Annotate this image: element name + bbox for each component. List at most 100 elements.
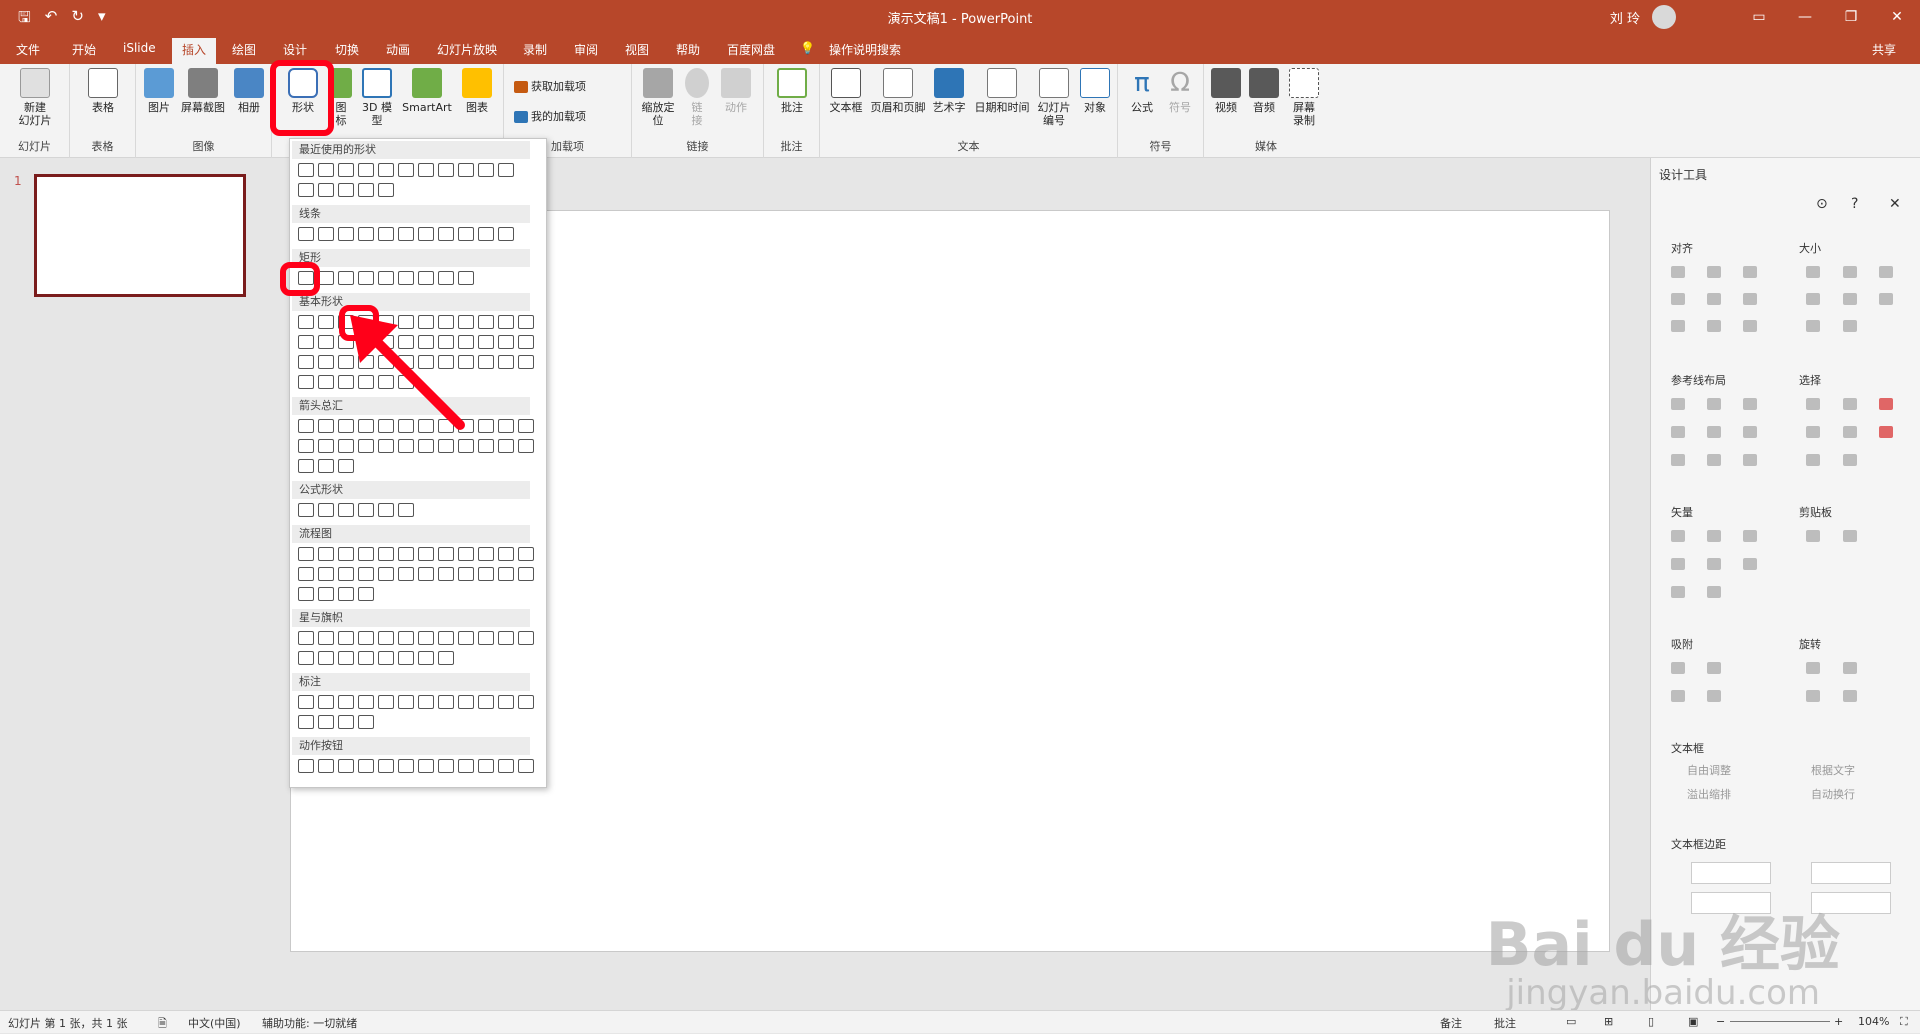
flowchart-item[interactable]	[458, 567, 474, 581]
action-button-item[interactable]	[518, 759, 534, 773]
slide-thumbnail[interactable]	[34, 174, 246, 297]
comments-button[interactable]: 批注	[1494, 1015, 1516, 1031]
callout-item[interactable]	[418, 695, 434, 709]
margin-right-input[interactable]	[1811, 862, 1891, 884]
tab-transitions[interactable]: 切换	[335, 41, 359, 58]
basic-shape-item[interactable]	[518, 355, 534, 369]
new-slide-button[interactable]: 新建 幻灯片	[8, 68, 62, 127]
equation-shape-item[interactable]	[398, 503, 414, 517]
3d-models-button[interactable]: 3D 模 型	[358, 68, 396, 127]
textbox-button[interactable]: 文本框	[824, 68, 868, 114]
rectangle-item[interactable]	[438, 271, 454, 285]
shape-item[interactable]	[478, 163, 494, 177]
accessibility-status[interactable]: 辅助功能: 一切就绪	[262, 1015, 357, 1031]
line-item[interactable]	[418, 227, 434, 241]
tab-baidu-netdisk[interactable]: 百度网盘	[727, 41, 775, 58]
callout-item[interactable]	[338, 715, 354, 729]
spellcheck-icon[interactable]: 🗎	[158, 1015, 167, 1034]
sorter-view-icon[interactable]: ⊞	[1604, 1015, 1613, 1028]
comment-button[interactable]: 批注	[774, 68, 810, 114]
flip-h-icon[interactable]	[1806, 690, 1820, 702]
overflow-option[interactable]: 溢出缩排	[1687, 786, 1731, 802]
edit-points-icon[interactable]	[1743, 558, 1757, 570]
guide-bottom-icon[interactable]	[1743, 426, 1757, 438]
flowchart-item[interactable]	[398, 547, 414, 561]
screenshot-button[interactable]: 屏幕截图	[176, 68, 230, 114]
select-top-icon[interactable]	[1806, 426, 1820, 438]
combine-icon[interactable]	[1707, 530, 1721, 542]
line-item[interactable]	[318, 227, 334, 241]
zoom-button[interactable]: 缩放定 位	[636, 68, 680, 127]
flowchart-item[interactable]	[358, 587, 374, 601]
align-right-icon[interactable]	[1743, 266, 1757, 278]
arrow-item[interactable]	[498, 419, 514, 433]
arrow-item[interactable]	[338, 459, 354, 473]
guide-center-icon[interactable]	[1707, 398, 1721, 410]
banner-item[interactable]	[378, 651, 394, 665]
distribute-icon[interactable]	[1743, 320, 1757, 332]
callout-item[interactable]	[378, 695, 394, 709]
my-addins-button[interactable]: 我的加载项	[514, 108, 586, 124]
rotate-left-icon[interactable]	[1806, 662, 1820, 674]
datetime-button[interactable]: 日期和时间	[970, 68, 1034, 114]
guide-width-icon[interactable]	[1671, 454, 1685, 466]
tab-help[interactable]: 帮助	[676, 41, 700, 58]
star-item[interactable]	[358, 631, 374, 645]
flowchart-item[interactable]	[318, 587, 334, 601]
arrow-item[interactable]	[518, 419, 534, 433]
width-right-icon[interactable]	[1843, 293, 1857, 305]
margin-left-input[interactable]	[1691, 862, 1771, 884]
action-button-item[interactable]	[418, 759, 434, 773]
album-button[interactable]: 相册	[232, 68, 266, 114]
flowchart-item[interactable]	[298, 587, 314, 601]
guide-left-icon[interactable]	[1671, 398, 1685, 410]
action-button-item[interactable]	[498, 759, 514, 773]
fragment-icon[interactable]	[1743, 530, 1757, 542]
picture-button[interactable]: 图片	[142, 68, 176, 114]
align-top-icon[interactable]	[1671, 293, 1685, 305]
banner-item[interactable]	[418, 651, 434, 665]
line-item[interactable]	[378, 227, 394, 241]
share-button[interactable]: 共享	[1872, 41, 1896, 58]
equation-shape-item[interactable]	[298, 503, 314, 517]
shape-item[interactable]	[498, 163, 514, 177]
star-item[interactable]	[478, 631, 494, 645]
align-middle-icon[interactable]	[1707, 293, 1721, 305]
flowchart-item[interactable]	[358, 547, 374, 561]
arrow-item[interactable]	[298, 459, 314, 473]
action-button-item[interactable]	[478, 759, 494, 773]
select-bottom-icon[interactable]	[1806, 454, 1820, 466]
tab-home[interactable]: 开始	[72, 41, 96, 58]
star-item[interactable]	[458, 631, 474, 645]
rectangle-item[interactable]	[418, 271, 434, 285]
equation-shape-item[interactable]	[358, 503, 374, 517]
equation-shape-item[interactable]	[338, 503, 354, 517]
shape-item[interactable]	[378, 163, 394, 177]
equation-shape-item[interactable]	[318, 503, 334, 517]
line-item[interactable]	[478, 227, 494, 241]
equation-shape-item[interactable]	[378, 503, 394, 517]
callout-item[interactable]	[398, 695, 414, 709]
line-item[interactable]	[338, 227, 354, 241]
slide-number-button[interactable]: 幻灯片 编号	[1034, 68, 1074, 127]
select-middle-icon[interactable]	[1843, 426, 1857, 438]
snap-bottom-icon[interactable]	[1707, 690, 1721, 702]
arrow-item[interactable]	[438, 439, 454, 453]
basic-shape-item[interactable]	[318, 335, 334, 349]
flowchart-item[interactable]	[358, 567, 374, 581]
same-size-icon[interactable]	[1879, 266, 1893, 278]
screen-record-button[interactable]: 屏幕 录制	[1284, 68, 1324, 127]
star-item[interactable]	[398, 631, 414, 645]
arrow-item[interactable]	[318, 439, 334, 453]
line-item[interactable]	[398, 227, 414, 241]
basic-shape-item[interactable]	[518, 315, 534, 329]
snap-left-icon[interactable]	[1671, 662, 1685, 674]
basic-shape-item[interactable]	[298, 375, 314, 389]
arrow-item[interactable]	[498, 439, 514, 453]
fit-slide-icon[interactable]: ⛶	[1900, 1015, 1908, 1029]
action-button-item[interactable]	[338, 759, 354, 773]
zoom-level[interactable]: 104%	[1858, 1015, 1889, 1028]
shape-item[interactable]	[378, 183, 394, 197]
arrow-item[interactable]	[358, 439, 374, 453]
language[interactable]: 中文(中国)	[188, 1015, 241, 1031]
